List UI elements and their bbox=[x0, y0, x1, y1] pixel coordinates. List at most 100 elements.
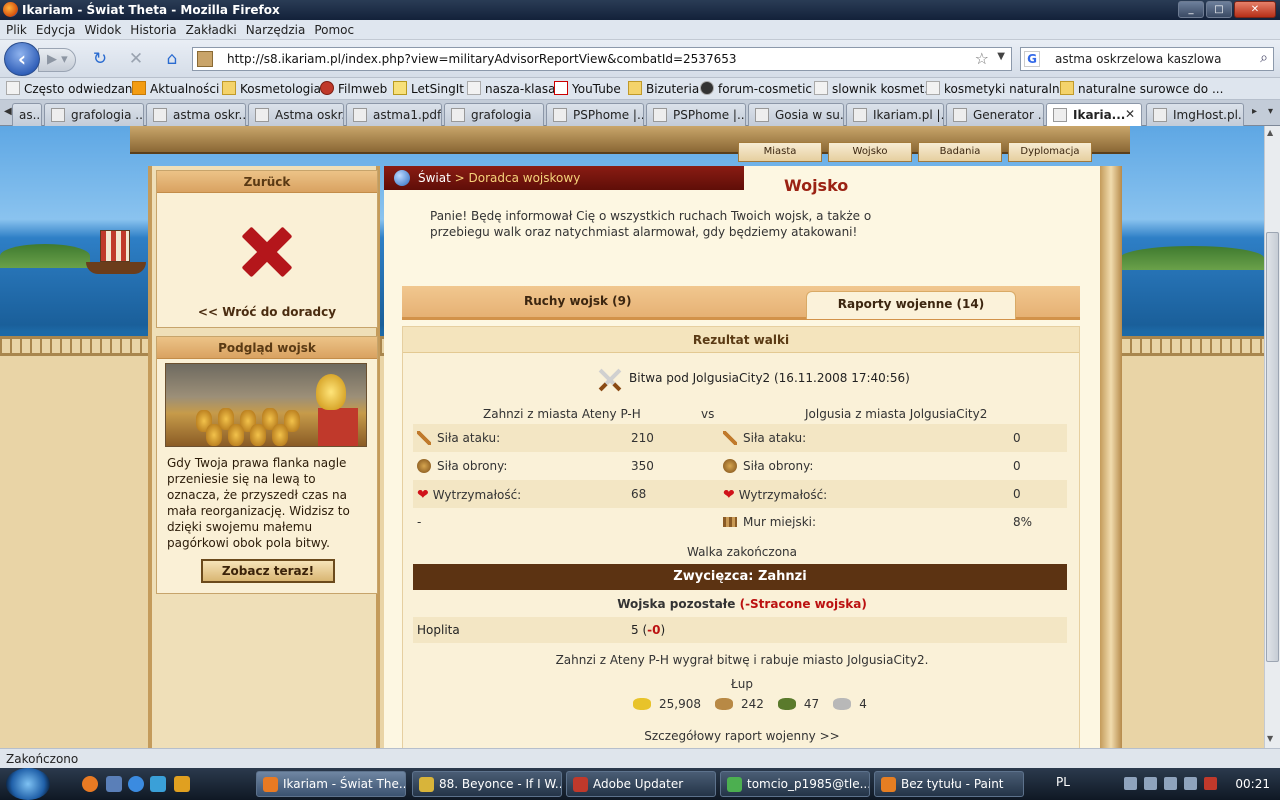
search-query: astma oskrzelowa kaszlowa bbox=[1055, 52, 1222, 66]
taskbar-item-adobe[interactable]: Adobe Updater bbox=[566, 771, 716, 797]
search-bar[interactable]: G astma oskrzelowa kaszlowa ⌕ bbox=[1020, 47, 1274, 71]
vertical-scrollbar[interactable]: ▲ ▼ bbox=[1264, 126, 1280, 748]
start-button[interactable] bbox=[6, 768, 50, 800]
bookmark-item[interactable]: YouTube bbox=[554, 81, 621, 96]
game-nav-military[interactable]: Wojsko bbox=[828, 142, 912, 162]
game-nav-research[interactable]: Badania bbox=[918, 142, 1002, 162]
browser-tab[interactable]: astma1.pdf... bbox=[346, 103, 442, 126]
bookmark-item[interactable]: slownik kosmet. bbox=[814, 81, 928, 96]
breadcrumb-current: Doradca wojskowy bbox=[468, 171, 581, 185]
browser-tab[interactable]: as... bbox=[12, 103, 42, 126]
bookmark-item[interactable]: LetSingIt bbox=[393, 81, 464, 96]
tab-close-icon[interactable]: ✕ bbox=[1125, 107, 1135, 121]
stop-icon[interactable]: ✕ bbox=[126, 49, 146, 69]
scroll-up-icon[interactable]: ▲ bbox=[1267, 128, 1273, 137]
browser-tab-active[interactable]: Ikaria... ✕ bbox=[1046, 103, 1142, 127]
red-x-icon[interactable] bbox=[239, 225, 293, 279]
browser-tab[interactable]: Gosia w su... bbox=[748, 103, 844, 126]
detailed-report-link[interactable]: Szczegółowy raport wojenny >> bbox=[403, 729, 1081, 743]
scrollbar-thumb[interactable] bbox=[1266, 232, 1279, 662]
taskbar-item-firefox[interactable]: Ikariam - Świat The... bbox=[256, 771, 406, 797]
winner-banner: Zwycięzca: Zahnzi bbox=[413, 564, 1067, 590]
url-bar[interactable]: http://s8.ikariam.pl/index.php?view=mili… bbox=[192, 47, 1012, 71]
bookmark-item[interactable]: Bizuteria bbox=[628, 81, 699, 96]
desktop-quicklaunch-icon[interactable] bbox=[106, 776, 122, 792]
table-row: Hoplita 5 (-0) bbox=[413, 617, 1067, 643]
tray-icon[interactable] bbox=[1144, 777, 1157, 790]
volume-icon[interactable] bbox=[1184, 777, 1197, 790]
tab-scroll-left-icon[interactable]: ◀ bbox=[4, 106, 12, 117]
tray-icon[interactable] bbox=[1124, 777, 1137, 790]
back-button[interactable]: ‹ bbox=[4, 42, 40, 76]
see-now-button[interactable]: Zobacz teraz! bbox=[201, 559, 335, 583]
url-text: http://s8.ikariam.pl/index.php?view=mili… bbox=[227, 52, 737, 66]
browser-tab[interactable]: Astma oskr... bbox=[248, 103, 344, 126]
menu-plik[interactable]: Plik bbox=[6, 20, 32, 39]
browser-tab[interactable]: PSPhome |... bbox=[546, 103, 644, 126]
menu-widok[interactable]: Widok bbox=[84, 20, 126, 39]
browser-tab[interactable]: Generator ... bbox=[946, 103, 1044, 126]
tab-war-reports[interactable]: Raporty wojenne (14) bbox=[806, 291, 1016, 319]
bookmark-item[interactable]: naturalne surowce do ... bbox=[1060, 81, 1223, 96]
home-icon[interactable]: ⌂ bbox=[162, 49, 182, 69]
military-tabs: Ruchy wojsk (9) Raporty wojenne (14) bbox=[402, 286, 1080, 320]
security-icon[interactable] bbox=[1204, 777, 1217, 790]
bookmark-item[interactable]: kosmetyki naturalne bbox=[926, 81, 1067, 96]
bookmark-item[interactable]: forum-cosmetic bbox=[700, 81, 812, 96]
firefox-quicklaunch-icon[interactable] bbox=[82, 776, 98, 792]
globe-icon[interactable] bbox=[394, 170, 410, 186]
network-icon[interactable] bbox=[1164, 777, 1177, 790]
army-preview-image[interactable] bbox=[165, 363, 367, 447]
reload-icon[interactable]: ↻ bbox=[90, 49, 110, 69]
bookmark-item[interactable]: nasza-klasa bbox=[467, 81, 555, 96]
google-engine-icon[interactable]: G bbox=[1024, 51, 1040, 67]
bookmark-item[interactable]: Często odwiedzane bbox=[6, 81, 140, 96]
firefox-logo-icon bbox=[3, 2, 18, 17]
back-to-advisor-link[interactable]: << Wróć do doradcy bbox=[157, 305, 377, 319]
browser-tab[interactable]: PSPhome |... bbox=[646, 103, 746, 126]
url-dropdown-icon[interactable]: ▼ bbox=[997, 51, 1005, 62]
breadcrumb-world[interactable]: Świat bbox=[418, 171, 451, 185]
maximize-button[interactable]: □ bbox=[1206, 1, 1232, 18]
taskbar-item-paint[interactable]: Bez tytułu - Paint bbox=[874, 771, 1024, 797]
forward-button[interactable]: ▶ ▾ bbox=[38, 48, 76, 72]
loot-list: 25,908 242 47 4 bbox=[633, 697, 867, 711]
menu-edycja[interactable]: Edycja bbox=[36, 20, 81, 39]
taskbar-item-winamp[interactable]: 88. Beyonce - If I W... bbox=[412, 771, 562, 797]
game-navigation: Miasta Wojsko Badania Dyplomacja bbox=[738, 142, 1092, 162]
game-nav-cities[interactable]: Miasta bbox=[738, 142, 822, 162]
game-nav-diplomacy[interactable]: Dyplomacja bbox=[1008, 142, 1092, 162]
switch-windows-icon[interactable] bbox=[150, 776, 166, 792]
menu-pomoc[interactable]: Pomoc bbox=[314, 20, 359, 39]
scroll-down-icon[interactable]: ▼ bbox=[1267, 734, 1273, 743]
attacker-name: Zahnzi z miasta Ateny P-H bbox=[483, 407, 641, 421]
wall-icon bbox=[723, 517, 737, 527]
tab-troop-movements[interactable]: Ruchy wojsk (9) bbox=[524, 294, 632, 308]
bookmark-item[interactable]: Aktualności bbox=[132, 81, 219, 96]
window-title: Ikariam - Świat Theta - Mozilla Firefox bbox=[22, 3, 280, 17]
language-indicator[interactable]: PL bbox=[1056, 775, 1070, 789]
bookmarks-toolbar: Często odwiedzane Aktualności Kosmetolog… bbox=[0, 78, 1280, 100]
minimize-button[interactable]: _ bbox=[1178, 1, 1204, 18]
media-quicklaunch-icon[interactable] bbox=[174, 776, 190, 792]
browser-tab[interactable]: ImgHost.pl... bbox=[1146, 103, 1244, 126]
menu-narzedzia[interactable]: Narzędzia bbox=[246, 20, 311, 39]
tab-scroll-right-icon[interactable]: ▸ bbox=[1252, 106, 1257, 117]
tab-list-icon[interactable]: ▾ bbox=[1268, 106, 1273, 117]
bookmark-item[interactable]: Filmweb bbox=[320, 81, 387, 96]
menu-historia[interactable]: Historia bbox=[130, 20, 181, 39]
browser-tab[interactable]: grafologia ... bbox=[44, 103, 144, 126]
menu-zakladki[interactable]: Zakładki bbox=[186, 20, 242, 39]
ie-quicklaunch-icon[interactable] bbox=[128, 776, 144, 792]
status-text: Zakończono bbox=[6, 752, 79, 766]
close-button[interactable]: ✕ bbox=[1234, 1, 1276, 18]
bookmark-star-icon[interactable]: ☆ bbox=[975, 49, 989, 68]
browser-tab[interactable]: Ikariam.pl |... bbox=[846, 103, 944, 126]
search-icon[interactable]: ⌕ bbox=[1260, 50, 1268, 66]
browser-tab[interactable]: astma oskr... bbox=[146, 103, 246, 126]
bookmark-item[interactable]: Kosmetologia bbox=[222, 81, 321, 96]
battle-title: Bitwa pod JolgusiaCity2 (16.11.2008 17:4… bbox=[629, 371, 910, 385]
taskbar-item-messenger[interactable]: tomcio_p1985@tle... bbox=[720, 771, 870, 797]
clock[interactable]: 00:21 bbox=[1235, 777, 1270, 791]
browser-tab[interactable]: grafologia bbox=[444, 103, 544, 126]
